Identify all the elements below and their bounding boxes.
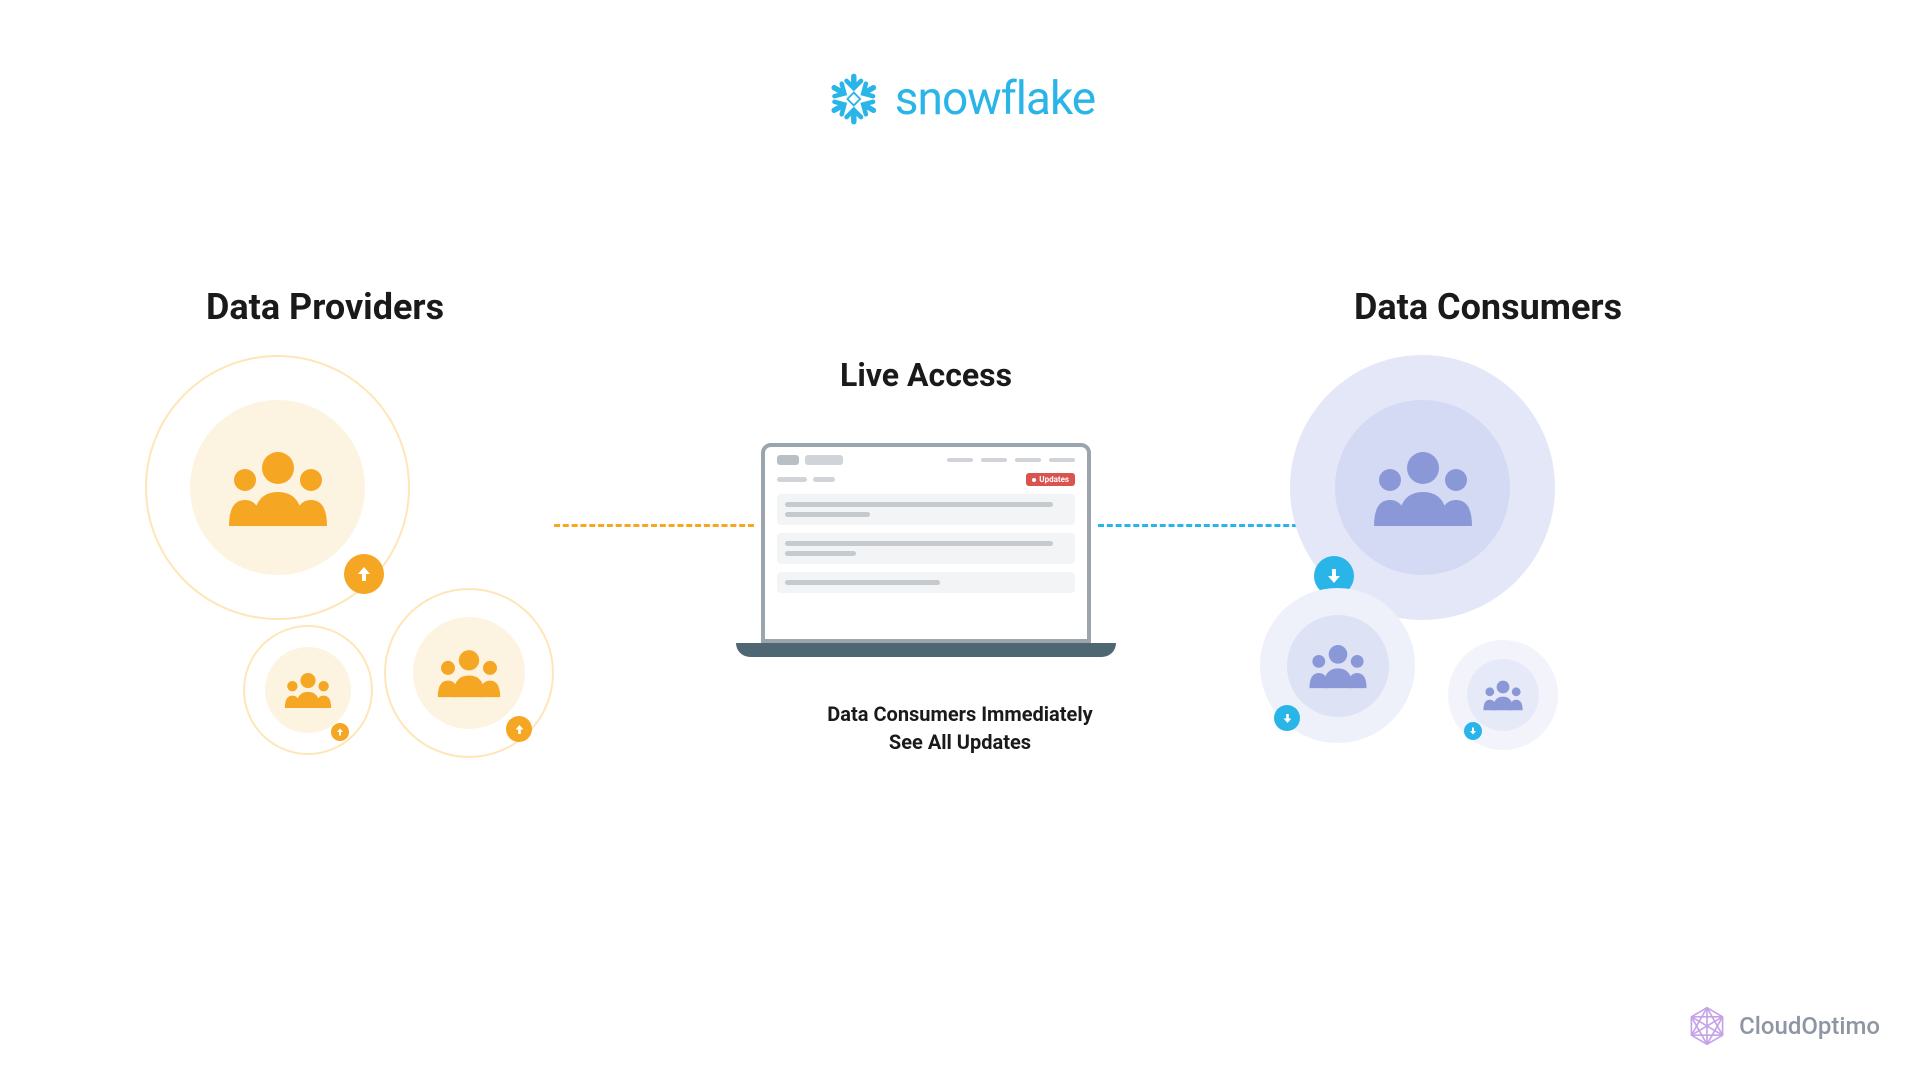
upload-badge-icon [331, 723, 349, 741]
download-badge-icon [1274, 705, 1300, 731]
people-icon [223, 448, 333, 528]
consumer-group-large-inner [1335, 400, 1510, 575]
download-badge-icon [1464, 722, 1482, 740]
laptop-base [736, 643, 1116, 657]
people-icon [1481, 678, 1525, 712]
list-item [777, 572, 1075, 593]
consumer-group-large [1290, 355, 1555, 620]
people-icon [434, 647, 504, 699]
updates-badge-label: Updates [1039, 475, 1069, 484]
cloudoptimo-brand-text: CloudOptimo [1739, 1012, 1880, 1040]
cloudoptimo-icon [1685, 1004, 1729, 1048]
provider-group-small-inner [265, 647, 351, 733]
snowflake-logo: snowflake [825, 70, 1095, 128]
updates-badge: Updates [1026, 473, 1075, 486]
people-icon [282, 670, 334, 710]
consumers-title: Data Consumers [1354, 286, 1622, 328]
caption-line-1: Data Consumers Immediately [827, 700, 1092, 728]
connector-consumers [1098, 524, 1298, 527]
provider-group-large-inner [190, 400, 365, 575]
providers-title: Data Providers [206, 286, 444, 328]
snowflake-icon [825, 70, 883, 128]
laptop-illustration: Updates [746, 443, 1106, 657]
cloudoptimo-logo: CloudOptimo [1685, 1004, 1880, 1048]
consumer-group-medium [1260, 588, 1415, 743]
snowflake-brand-text: snowflake [895, 72, 1095, 126]
provider-group-large [145, 355, 410, 620]
list-item [777, 494, 1075, 525]
list-item [777, 533, 1075, 564]
people-icon [1306, 642, 1370, 690]
provider-group-small [243, 625, 373, 755]
caption-line-2: See All Updates [827, 728, 1092, 756]
live-access-title: Live Access [840, 356, 1012, 394]
consumer-group-medium-inner [1287, 615, 1389, 717]
consumer-group-small-inner [1467, 659, 1539, 731]
laptop-screen: Updates [761, 443, 1091, 643]
people-icon [1368, 448, 1478, 528]
upload-badge-icon [344, 554, 384, 594]
upload-badge-icon [506, 716, 532, 742]
provider-group-medium-inner [413, 617, 525, 729]
connector-providers [554, 524, 754, 527]
provider-group-medium [384, 588, 554, 758]
consumer-group-small [1448, 640, 1558, 750]
caption-text: Data Consumers Immediately See All Updat… [827, 700, 1092, 756]
